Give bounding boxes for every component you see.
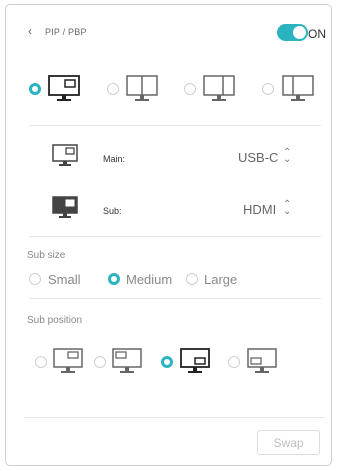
sub-source-value[interactable]: HDMI	[243, 202, 276, 217]
sub-size-title: Sub size	[27, 250, 66, 261]
toggle-state-label: ON	[308, 27, 326, 41]
bottom-right-position-icon[interactable]	[180, 348, 210, 375]
main-source-chevron-icon[interactable]: ⌃ ⌄	[283, 148, 291, 165]
divider	[29, 298, 321, 299]
sub-size-radio-large[interactable]	[186, 273, 198, 285]
toggle-knob	[293, 26, 306, 39]
sub-position-radio-bottom-right[interactable]	[161, 356, 173, 368]
layout-mode-radio-pip[interactable]	[29, 83, 41, 95]
top-right-position-icon[interactable]	[112, 348, 142, 375]
sub-size-label-large[interactable]: Large	[204, 272, 237, 287]
sub-size-radio-small[interactable]	[29, 273, 41, 285]
sub-source-chevron-icon[interactable]: ⌃ ⌄	[283, 200, 291, 217]
sub-position-radio-top-left[interactable]	[35, 356, 47, 368]
layout-mode-radio-pbp-vertical[interactable]	[107, 83, 119, 95]
main-monitor-icon	[52, 144, 78, 166]
main-source-value[interactable]: USB-C	[238, 150, 278, 165]
pbp-vertical-split-monitor-icon[interactable]	[126, 75, 158, 103]
pip-monitor-icon[interactable]	[48, 75, 80, 103]
divider	[29, 125, 321, 126]
divider	[24, 417, 325, 418]
back-chevron-icon[interactable]: ‹	[28, 24, 32, 38]
sub-size-label-medium[interactable]: Medium	[126, 272, 172, 287]
pbp-split-monitor-icon[interactable]	[203, 75, 235, 103]
main-source-label: Main:	[103, 154, 126, 164]
pbp-triple-monitor-icon[interactable]	[282, 75, 314, 103]
top-left-position-icon[interactable]	[53, 348, 83, 375]
page-title: PIP / PBP	[45, 27, 87, 37]
pip-pbp-panel	[5, 4, 332, 466]
sub-source-label: Sub:	[103, 206, 122, 216]
sub-position-radio-top-right[interactable]	[94, 356, 106, 368]
bottom-left-position-icon[interactable]	[247, 348, 277, 375]
pip-toggle[interactable]	[277, 24, 308, 41]
sub-size-label-small[interactable]: Small	[48, 272, 81, 287]
swap-button[interactable]: Swap	[257, 430, 320, 455]
sub-monitor-icon	[52, 196, 78, 218]
divider	[29, 236, 321, 237]
sub-size-radio-medium[interactable]	[108, 273, 120, 285]
sub-position-radio-bottom-left[interactable]	[228, 356, 240, 368]
sub-position-title: Sub position	[27, 315, 83, 326]
layout-mode-radio-pbp-split[interactable]	[184, 83, 196, 95]
layout-mode-radio-pbp-triple[interactable]	[262, 83, 274, 95]
